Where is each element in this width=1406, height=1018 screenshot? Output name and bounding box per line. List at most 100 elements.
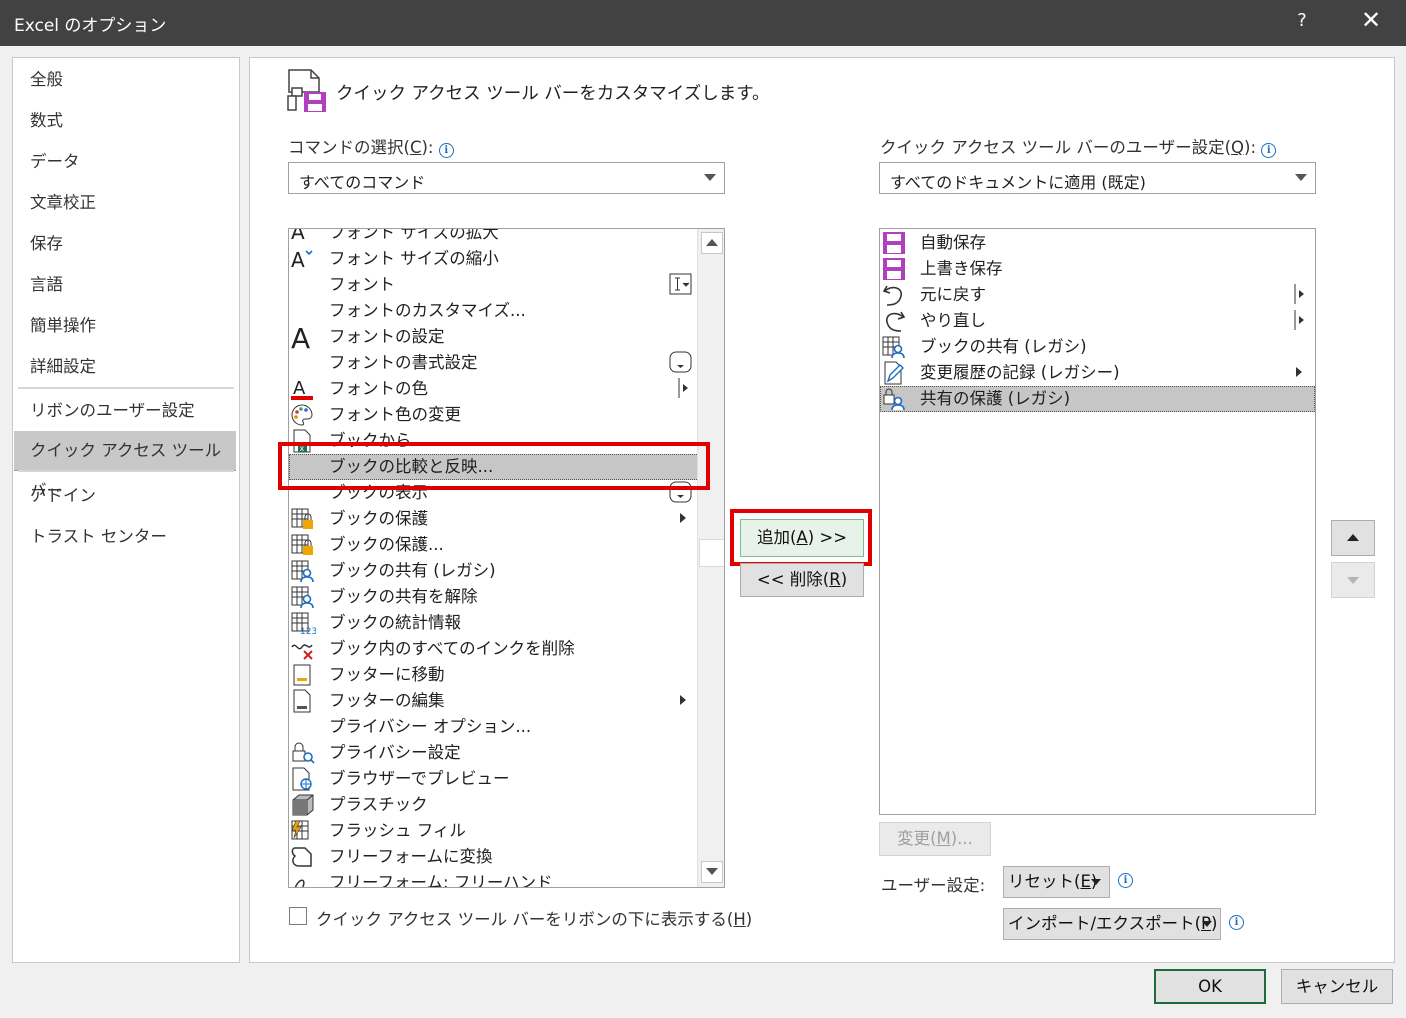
qat-item[interactable]: やり直し [880, 308, 1315, 334]
add-button[interactable]: 追加(A) >> [740, 519, 864, 557]
command-item[interactable]: プラスチック [289, 792, 699, 818]
import-export-button[interactable]: インポート/エクスポート(P) [1003, 908, 1221, 940]
command-item[interactable]: フッターの編集 [289, 688, 699, 714]
nav-item-4[interactable]: 保存 [14, 224, 236, 264]
info-icon[interactable]: i [1261, 143, 1277, 158]
undo-icon [881, 283, 907, 307]
command-item[interactable]: フラッシュ フィル [289, 818, 699, 844]
scroll-thumb[interactable] [699, 539, 724, 567]
qat-item[interactable]: 変更履歴の記録 (レガシー) [880, 360, 1315, 386]
font-color-icon: A [290, 377, 316, 401]
command-item[interactable]: ブックの保護... [289, 532, 699, 558]
scroll-up-button[interactable] [701, 232, 723, 254]
chevron-down-icon [1202, 921, 1212, 927]
command-item[interactable]: A フォント サイズの縮小 [289, 246, 699, 272]
nav-item-11[interactable]: トラスト センター [14, 517, 236, 557]
show-below-ribbon-checkbox[interactable] [289, 907, 307, 925]
command-item-label: フォントのカスタマイズ... [329, 301, 526, 320]
qat-item[interactable]: 元に戻す [880, 282, 1315, 308]
split-arrow-icon [1293, 283, 1315, 307]
nav-item-8[interactable]: リボンのユーザー設定 [14, 391, 236, 431]
command-item[interactable]: フォントの書式設定 [289, 350, 699, 376]
command-item-label: ブックの統計情報 [329, 613, 461, 632]
browser-preview-icon [290, 767, 316, 791]
ok-button[interactable]: OK [1154, 969, 1266, 1004]
qat-item[interactable]: 自動保存 [880, 230, 1315, 256]
freehand-icon [290, 871, 316, 887]
qat-item-label: 自動保存 [920, 233, 986, 252]
command-item[interactable]: プライバシー設定 [289, 740, 699, 766]
info-icon[interactable]: i [1118, 873, 1133, 888]
command-item[interactable]: ブックの共有 (レガシ) [289, 558, 699, 584]
commands-label: コマンドの選択(C): i [288, 134, 454, 158]
arrow-up-icon [1347, 534, 1359, 541]
move-up-button[interactable] [1331, 520, 1375, 556]
scroll-down-button[interactable] [701, 861, 723, 883]
nav-item-1[interactable]: 数式 [14, 101, 236, 141]
nav-item-10[interactable]: アドイン [14, 476, 236, 516]
command-item-label: ブックの共有を解除 [329, 587, 478, 606]
category-nav: 全般 数式 データ 文章校正 保存 言語 簡単操作 詳細設定 リボンのユーザー設定 クイック アク… [12, 57, 240, 963]
arrow-down-icon [1347, 577, 1359, 584]
title-bar [0, 0, 1406, 46]
commands-combo[interactable]: すべてのコマンド [288, 162, 725, 194]
qat-item-label: ブックの共有 (レガシ) [920, 337, 1087, 356]
command-item-label: ブック内のすべてのインクを削除 [329, 639, 575, 658]
command-item-label: フォント [329, 275, 395, 294]
qat-scope-combo[interactable]: すべてのドキュメントに適用 (既定) [879, 162, 1316, 194]
command-item[interactable]: A フォントの色 [289, 376, 699, 402]
command-item[interactable]: フリーフォームに変換 [289, 844, 699, 870]
command-item-label: フッターに移動 [329, 665, 445, 684]
command-item[interactable]: ブラウザーでプレビュー [289, 766, 699, 792]
qat-item[interactable]: ブックの共有 (レガシ) [880, 334, 1315, 360]
nav-item-7[interactable]: 詳細設定 [14, 347, 236, 387]
qat-list[interactable]: 自動保存上書き保存 元に戻す やり直しブックの共有 (レガシ) 変更履歴の記録 (レガ… [879, 228, 1316, 815]
nav-item-3[interactable]: 文章校正 [14, 183, 236, 223]
command-item-label: フラッシュ フィル [329, 821, 466, 840]
book-share-icon [290, 559, 316, 583]
nav-item-2[interactable]: データ [14, 142, 236, 182]
nav-item-0[interactable]: 全般 [14, 60, 236, 100]
font-shrink-icon: A [290, 247, 316, 272]
ink-delete-icon [290, 637, 316, 661]
command-item[interactable]: 123 ブックの統計情報 [289, 610, 699, 637]
modify-button[interactable]: 変更(M)... [879, 822, 991, 856]
command-item[interactable]: A フォント サイズの拡大 [289, 229, 699, 246]
book-share-icon [290, 585, 316, 609]
command-item-label: フッターの編集 [329, 691, 445, 710]
qat-item[interactable]: 共有の保護 (レガシ) [880, 386, 1315, 412]
command-item[interactable]: A フォントの設定 [289, 322, 699, 355]
move-down-button[interactable] [1331, 562, 1375, 598]
nav-item-5[interactable]: 言語 [14, 265, 236, 305]
remove-button[interactable]: << 削除(R) [740, 563, 864, 597]
command-item[interactable]: フォント色の変更 [289, 402, 699, 428]
command-item[interactable]: フォントのカスタマイズ... [289, 298, 699, 324]
nav-item-6[interactable]: 簡単操作 [14, 306, 236, 346]
info-icon[interactable]: i [438, 143, 454, 158]
split-arrow-icon [1293, 309, 1315, 333]
command-item-label: フォントの設定 [329, 327, 445, 346]
qat-item[interactable]: 上書き保存 [880, 256, 1315, 282]
reset-button[interactable]: リセット(E) [1003, 866, 1110, 898]
user-settings-label: ユーザー設定: [881, 876, 986, 895]
text-box-icon [669, 273, 695, 297]
freeform-convert-icon [290, 845, 316, 869]
command-item-label: フォント サイズの縮小 [329, 249, 499, 268]
book-share-icon [881, 335, 907, 359]
commands-scrollbar[interactable] [697, 229, 724, 887]
command-item[interactable]: プライバシー オプション... [289, 714, 699, 740]
close-button[interactable]: ✕ [1356, 6, 1386, 34]
help-button[interactable]: ? [1292, 10, 1312, 31]
command-item[interactable]: ブック内のすべてのインクを削除 [289, 636, 699, 662]
command-item[interactable]: フリーフォーム: フリーハンド [289, 870, 699, 887]
command-item[interactable]: ブックの保護 [289, 506, 699, 532]
command-item[interactable]: フォント [289, 272, 699, 298]
show-below-ribbon-label: クイック アクセス ツール バーをリボンの下に表示する(H) [316, 910, 753, 929]
info-icon[interactable]: i [1229, 915, 1244, 930]
command-item[interactable]: ブックの共有を解除 [289, 584, 699, 610]
commands-list[interactable]: A フォント サイズの拡大 A フォント サイズの縮小 フォント フォントのカスタマイズ.… [288, 228, 725, 888]
nav-item-9[interactable]: クイック アクセス ツール バー [14, 431, 236, 500]
command-item[interactable]: フッターに移動 [289, 662, 699, 688]
cancel-button[interactable]: キャンセル [1281, 969, 1393, 1004]
highlight-selected-command [278, 442, 710, 490]
